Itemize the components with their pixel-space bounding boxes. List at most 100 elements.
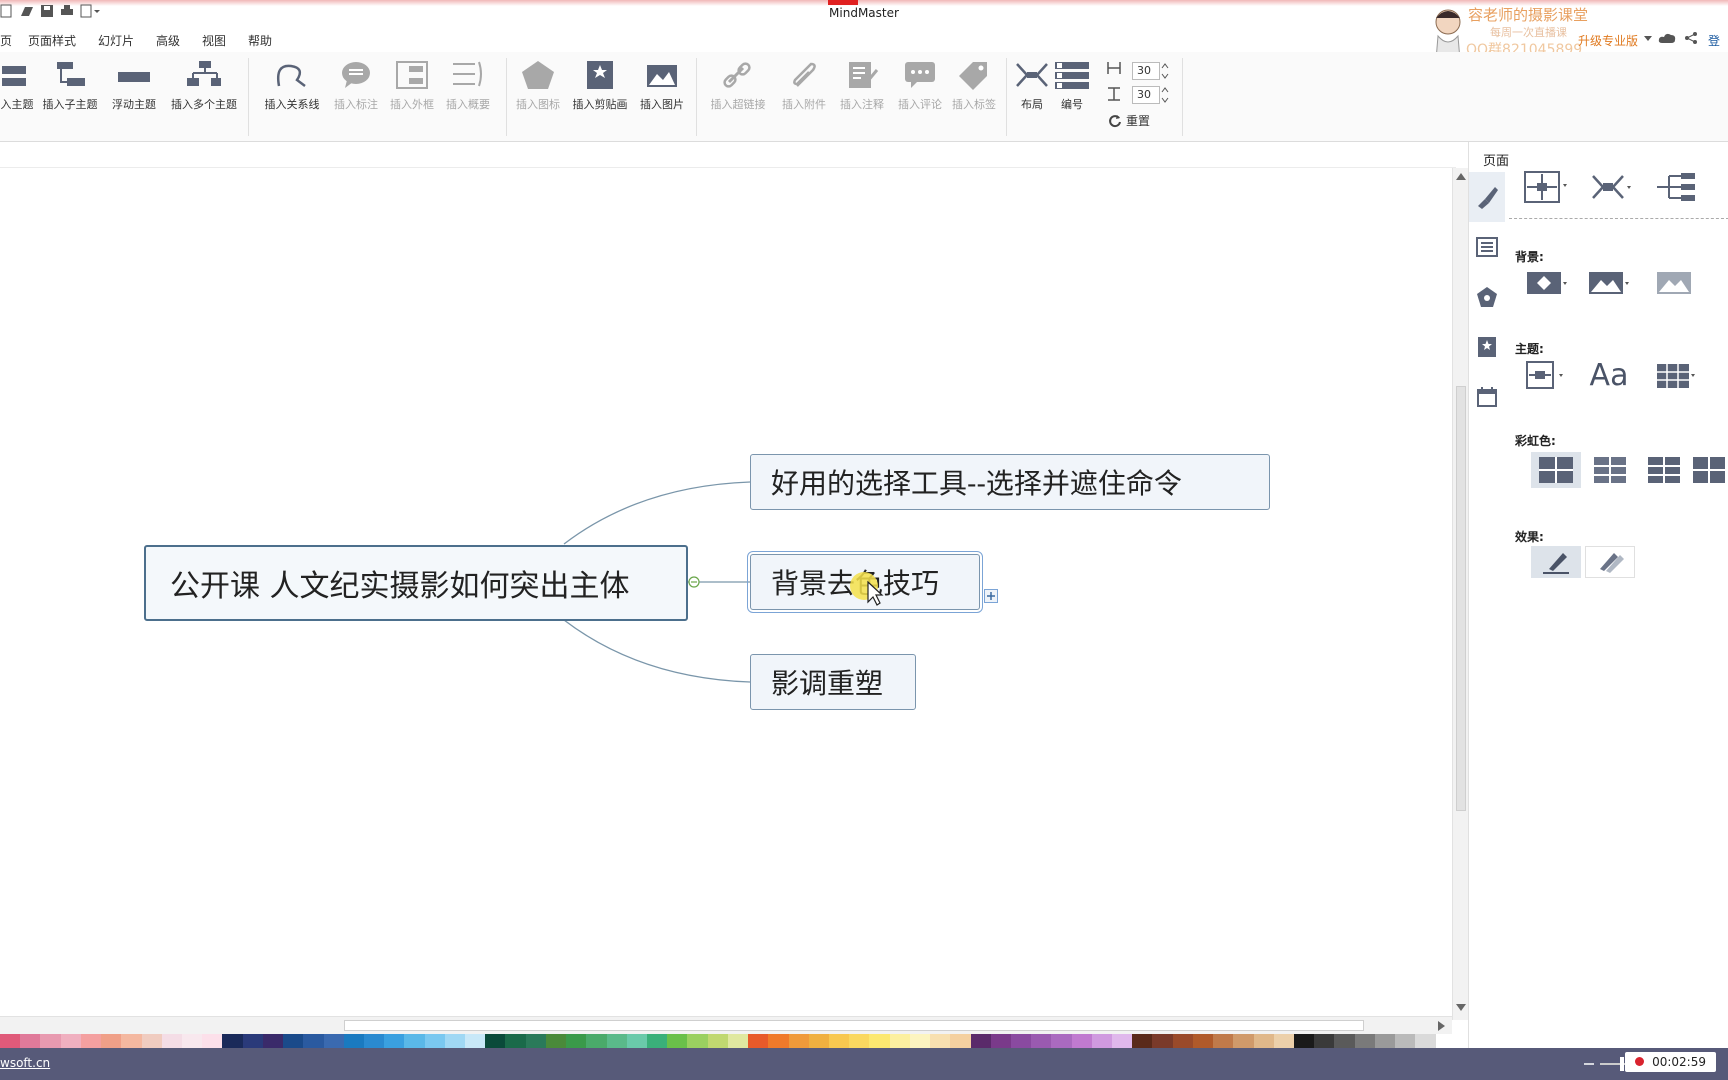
central-topic[interactable]: 公开课 人文纪实摄影如何突出主体: [144, 545, 688, 621]
layout-tree-option[interactable]: [1589, 170, 1633, 204]
palette-swatch[interactable]: [80, 1034, 102, 1048]
palette-swatch[interactable]: [950, 1034, 971, 1048]
insert-relationship-button[interactable]: 插入关系线: [260, 60, 324, 112]
vertical-spacing-input[interactable]: 30: [1132, 86, 1160, 104]
branch-topic[interactable]: 好用的选择工具--选择并遮住命令: [750, 454, 1270, 510]
website-link[interactable]: wsoft.cn: [0, 1056, 50, 1070]
palette-swatch[interactable]: [384, 1034, 405, 1048]
palette-swatch[interactable]: [889, 1034, 910, 1048]
palette-swatch[interactable]: [222, 1034, 243, 1048]
insert-image-button[interactable]: 插入图片: [636, 60, 688, 112]
rainbow-option[interactable]: [1639, 452, 1689, 488]
palette-swatch[interactable]: [1192, 1034, 1214, 1048]
palette-swatch[interactable]: [586, 1034, 607, 1048]
horizontal-spacing-input[interactable]: 30: [1132, 62, 1160, 80]
palette-swatch[interactable]: [1071, 1034, 1092, 1048]
palette-swatch[interactable]: [788, 1034, 809, 1048]
insert-topic-button[interactable]: 入主题: [0, 60, 34, 112]
palette-swatch[interactable]: [828, 1034, 850, 1048]
menu-view[interactable]: 视图: [202, 32, 226, 49]
palette-swatch[interactable]: [0, 1034, 21, 1048]
palette-swatch[interactable]: [1334, 1034, 1355, 1048]
numbering-button[interactable]: 编号: [1054, 60, 1090, 112]
palette-swatch[interactable]: [404, 1034, 425, 1048]
palette-swatch[interactable]: [1132, 1034, 1153, 1048]
scroll-up-icon[interactable]: [1456, 172, 1466, 180]
zoom-slider-thumb[interactable]: [1620, 1057, 1624, 1071]
palette-swatch[interactable]: [1435, 1034, 1456, 1048]
palette-swatch[interactable]: [768, 1034, 789, 1048]
rainbow-option[interactable]: [1531, 452, 1581, 488]
palette-swatch[interactable]: [525, 1034, 546, 1048]
background-color-option[interactable]: [1525, 266, 1569, 300]
tab-outline[interactable]: [1469, 222, 1505, 272]
palette-swatch[interactable]: [181, 1034, 203, 1048]
palette-swatch[interactable]: [1051, 1034, 1072, 1048]
layout-button[interactable]: 布局: [1014, 60, 1050, 112]
palette-swatch[interactable]: [869, 1034, 890, 1048]
tab-icons[interactable]: [1469, 272, 1505, 322]
add-subtopic-icon[interactable]: [984, 589, 998, 603]
tab-page-format[interactable]: [1469, 172, 1505, 222]
palette-swatch[interactable]: [424, 1034, 445, 1048]
palette-swatch[interactable]: [1233, 1034, 1254, 1048]
palette-swatch[interactable]: [545, 1034, 567, 1048]
theme-color-option[interactable]: [1655, 358, 1699, 392]
menu-slides[interactable]: 幻灯片: [98, 32, 134, 49]
theme-style-option[interactable]: [1523, 358, 1567, 392]
palette-swatch[interactable]: [1253, 1034, 1274, 1048]
palette-swatch[interactable]: [606, 1034, 627, 1048]
palette-swatch[interactable]: [303, 1034, 324, 1048]
palette-swatch[interactable]: [444, 1034, 466, 1048]
tab-clipart[interactable]: [1469, 322, 1505, 372]
effect-hand-drawn-option[interactable]: [1585, 546, 1635, 578]
multi-topic-button[interactable]: 插入多个主题: [166, 60, 242, 112]
insert-attachment-button[interactable]: 插入附件: [776, 60, 832, 112]
palette-swatch[interactable]: [1091, 1034, 1113, 1048]
palette-swatch[interactable]: [1213, 1034, 1234, 1048]
insert-boundary-button[interactable]: 插入外框: [386, 60, 438, 112]
palette-swatch[interactable]: [323, 1034, 344, 1048]
palette-swatch[interactable]: [930, 1034, 951, 1048]
palette-swatch[interactable]: [262, 1034, 284, 1048]
palette-swatch[interactable]: [60, 1034, 81, 1048]
palette-swatch[interactable]: [1112, 1034, 1133, 1048]
branch-topic[interactable]: 影调重塑: [750, 654, 916, 710]
palette-swatch[interactable]: [363, 1034, 385, 1048]
color-palette[interactable]: [0, 1034, 1456, 1048]
vertical-scrollbar[interactable]: [1452, 168, 1468, 1020]
vertical-scroll-thumb[interactable]: [1456, 386, 1466, 811]
effect-pen-option[interactable]: [1531, 546, 1581, 578]
palette-swatch[interactable]: [485, 1034, 506, 1048]
palette-swatch[interactable]: [566, 1034, 587, 1048]
palette-swatch[interactable]: [626, 1034, 647, 1048]
floating-topic-button[interactable]: 浮动主题: [108, 60, 160, 112]
insert-tag-button[interactable]: 插入标签: [948, 60, 1000, 112]
palette-swatch[interactable]: [687, 1034, 708, 1048]
palette-swatch[interactable]: [727, 1034, 749, 1048]
spinner-arrows-icon[interactable]: [1160, 62, 1170, 80]
palette-swatch[interactable]: [141, 1034, 162, 1048]
zoom-out-icon[interactable]: [1584, 1062, 1594, 1066]
insert-icon-button[interactable]: 插入图标: [512, 60, 564, 112]
palette-swatch[interactable]: [667, 1034, 688, 1048]
palette-swatch[interactable]: [808, 1034, 829, 1048]
palette-swatch[interactable]: [20, 1034, 41, 1048]
horizontal-scroll-thumb[interactable]: [344, 1020, 1364, 1031]
menu-home[interactable]: 页: [0, 32, 12, 49]
palette-swatch[interactable]: [909, 1034, 931, 1048]
palette-swatch[interactable]: [1354, 1034, 1375, 1048]
insert-comment-button[interactable]: 插入评论: [894, 60, 946, 112]
palette-swatch[interactable]: [990, 1034, 1011, 1048]
rainbow-option[interactable]: [1693, 452, 1728, 488]
theme-font-option[interactable]: Aa: [1587, 358, 1631, 393]
palette-swatch[interactable]: [647, 1034, 668, 1048]
palette-swatch[interactable]: [40, 1034, 61, 1048]
palette-swatch[interactable]: [1031, 1034, 1052, 1048]
palette-swatch[interactable]: [121, 1034, 142, 1048]
menu-advanced[interactable]: 高级: [156, 32, 180, 49]
insert-hyperlink-button[interactable]: 插入超链接: [706, 60, 770, 112]
palette-swatch[interactable]: [1172, 1034, 1193, 1048]
scroll-down-icon[interactable]: [1456, 1004, 1466, 1012]
palette-swatch[interactable]: [1010, 1034, 1032, 1048]
